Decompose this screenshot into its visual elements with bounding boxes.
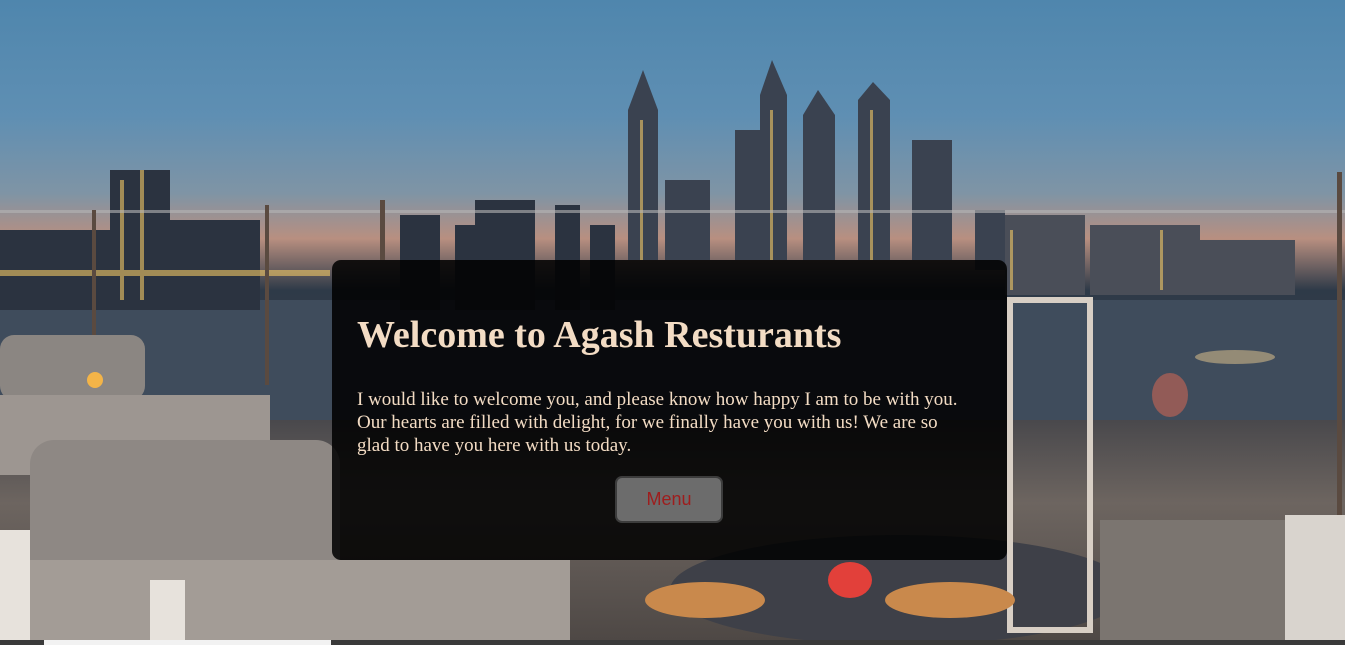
welcome-message: I would like to welcome you, and please … [357,389,958,456]
bottom-strip [0,640,1345,645]
welcome-card: Welcome to Agash Resturants I would like… [332,260,1007,560]
bottom-strip-highlight [44,640,331,645]
menu-button[interactable]: Menu [615,476,723,523]
hero-section: Welcome to Agash Resturants I would like… [0,0,1345,645]
welcome-title: Welcome to Agash Resturants [357,314,842,356]
